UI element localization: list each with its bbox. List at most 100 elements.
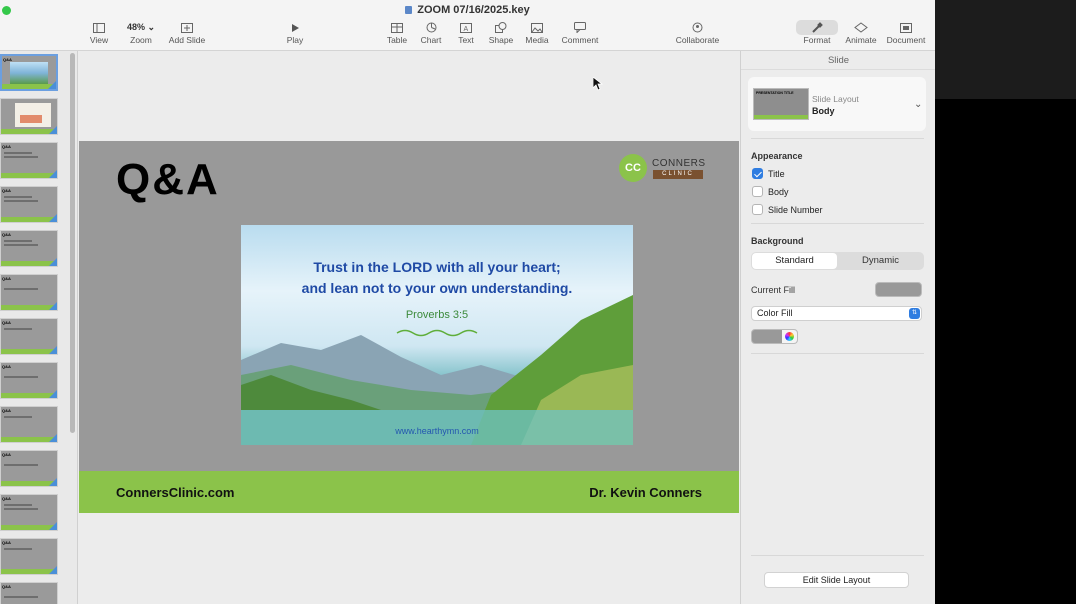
animate-label: Animate <box>845 35 877 45</box>
logo-line1: CONNERS <box>652 158 706 169</box>
footer-author[interactable]: Dr. Kevin Conners <box>589 485 702 500</box>
slide-thumbnail[interactable]: Q&A <box>0 186 58 223</box>
image-url-text: www.hearthymn.com <box>395 426 479 436</box>
chart-icon <box>419 20 443 35</box>
keynote-window: ZOOM 07/16/2025.key View 48% ⌄ Zoom Add … <box>0 0 935 604</box>
comment-icon <box>560 20 600 35</box>
divider <box>751 138 924 139</box>
body-checkbox[interactable] <box>752 186 763 197</box>
slide-thumbnail[interactable]: Q&A <box>0 406 58 443</box>
svg-text:A: A <box>464 26 469 33</box>
slide-thumbnail[interactable] <box>0 98 58 135</box>
play-label: Play <box>286 35 304 45</box>
slide-number-checkbox[interactable] <box>752 204 763 215</box>
current-slide[interactable]: Q&A CC CONNERS CLINIC Trust in the LORD … <box>79 141 739 513</box>
animate-diamond-icon <box>845 20 877 35</box>
current-fill-label: Current Fill <box>751 285 796 295</box>
text-box-icon: A <box>455 20 477 35</box>
chevron-down-icon: ⌄ <box>147 22 156 32</box>
fill-type-value: Color Fill <box>757 308 793 318</box>
slide-thumbnail[interactable]: Q&A <box>0 494 58 531</box>
slide-thumbnail[interactable]: Q&A <box>0 142 58 179</box>
document-button[interactable]: Document <box>886 20 926 45</box>
add-slide-label: Add Slide <box>168 35 206 45</box>
slide-thumbnail[interactable]: Q&A <box>0 582 58 604</box>
standard-segment[interactable]: Standard <box>752 253 837 269</box>
fill-type-select[interactable]: Color Fill ⇅ <box>751 306 922 321</box>
title-checkbox[interactable] <box>752 168 763 179</box>
slide-number-checkbox-label: Slide Number <box>768 205 823 215</box>
select-arrows-icon: ⇅ <box>909 308 920 319</box>
background-heading: Background <box>751 236 804 246</box>
background-segmented-control: Standard Dynamic <box>751 252 924 270</box>
divider <box>751 555 924 556</box>
slide-thumbnail[interactable]: Q&A <box>0 362 58 399</box>
verse-image[interactable]: Trust in the LORD with all your heart; a… <box>241 225 633 445</box>
landscape-graphic <box>241 295 633 445</box>
shape-button[interactable]: Shape <box>487 20 515 45</box>
title-checkbox-label: Title <box>768 169 785 179</box>
color-well[interactable] <box>751 329 798 344</box>
table-button[interactable]: Table <box>385 20 409 45</box>
slide-thumbnail[interactable]: Q&A <box>0 538 58 575</box>
slide-layout-picker[interactable]: PRESENTATION TITLE Slide Layout Body ⌄ <box>748 77 926 131</box>
slide-layout-label: Slide Layout <box>812 94 859 104</box>
document-title: ZOOM 07/16/2025.key <box>0 4 935 16</box>
format-button[interactable]: Format <box>796 20 838 45</box>
slide-thumbnail[interactable]: Q&A <box>0 450 58 487</box>
mouse-cursor-icon <box>592 76 604 96</box>
slide-thumbnail[interactable]: Q&A <box>0 318 58 355</box>
current-fill-swatch[interactable] <box>875 282 922 297</box>
add-slide-button[interactable]: Add Slide <box>168 20 206 45</box>
view-button[interactable]: View <box>88 20 110 45</box>
conners-clinic-logo[interactable]: CC CONNERS CLINIC <box>619 154 706 184</box>
collaborate-icon <box>675 20 720 35</box>
table-icon <box>385 20 409 35</box>
toolbar: ZOOM 07/16/2025.key View 48% ⌄ Zoom Add … <box>0 0 935 51</box>
media-label: Media <box>525 35 549 45</box>
footer-website[interactable]: ConnersClinic.com <box>116 485 234 500</box>
slide-thumbnail[interactable]: Q&A <box>0 230 58 267</box>
inspector-tab-slide[interactable]: Slide <box>741 51 935 70</box>
appearance-heading: Appearance <box>751 151 803 161</box>
table-label: Table <box>386 35 408 45</box>
animate-button[interactable]: Animate <box>845 20 877 45</box>
slide-thumbnail[interactable]: Q&A <box>0 54 58 91</box>
slide-navigator[interactable]: Q&A Q&A Q&A Q&A Q&A Q&A Q&A Q&A Q&A Q&A … <box>0 51 78 604</box>
keynote-file-icon <box>405 6 413 14</box>
slide-footer: ConnersClinic.com Dr. Kevin Conners <box>79 471 739 513</box>
slide-canvas[interactable]: Q&A CC CONNERS CLINIC Trust in the LORD … <box>79 51 739 604</box>
navigator-scrollbar[interactable] <box>70 53 75 433</box>
text-label: Text <box>458 35 474 45</box>
chevron-down-icon[interactable]: ⌄ <box>914 99 922 110</box>
external-region <box>935 99 1076 604</box>
color-wheel-icon[interactable] <box>782 330 797 343</box>
document-title-text: ZOOM 07/16/2025.key <box>417 4 530 16</box>
body-checkbox-label: Body <box>768 187 789 197</box>
slide-title[interactable]: Q&A <box>116 155 220 205</box>
text-button[interactable]: A Text <box>455 20 477 45</box>
format-inspector: Slide PRESENTATION TITLE Slide Layout Bo… <box>740 51 935 604</box>
zoom-label: Zoom <box>130 35 152 45</box>
media-button[interactable]: Media <box>525 20 549 45</box>
comment-button[interactable]: Comment <box>560 20 600 45</box>
divider <box>751 353 924 354</box>
edit-slide-layout-button[interactable]: Edit Slide Layout <box>764 572 909 588</box>
slide-thumbnail[interactable]: Q&A <box>0 274 58 311</box>
view-label: View <box>89 35 109 45</box>
zoom-value: 48% ⌄ <box>126 22 156 32</box>
play-button[interactable]: Play <box>284 20 306 45</box>
external-region <box>935 0 1076 99</box>
dynamic-segment[interactable]: Dynamic <box>838 253 923 269</box>
play-icon <box>284 20 306 35</box>
comment-label: Comment <box>561 35 599 45</box>
chart-button[interactable]: Chart <box>419 20 443 45</box>
document-icon <box>886 20 926 35</box>
slide-layout-value: Body <box>812 106 835 116</box>
verse-line-2: and lean not to your own understanding. <box>301 280 573 296</box>
divider <box>751 223 924 224</box>
format-label: Format <box>803 35 831 45</box>
zoom-button[interactable]: 48% ⌄ Zoom <box>122 20 160 45</box>
collaborate-button[interactable]: Collaborate <box>675 20 720 45</box>
logo-mark: CC <box>619 154 647 182</box>
